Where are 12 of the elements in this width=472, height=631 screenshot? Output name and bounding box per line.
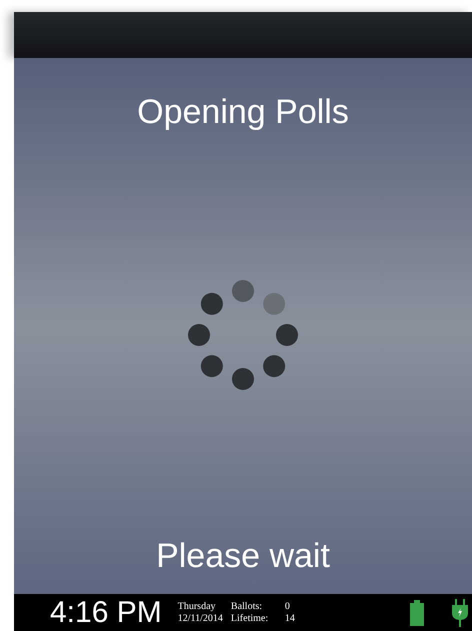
plug-icon — [452, 598, 468, 626]
clock-time: 4:16 PM — [50, 596, 162, 630]
spinner-icon — [188, 280, 298, 390]
counter-label: Ballots: — [230, 600, 264, 612]
counter-value: 0 — [284, 600, 290, 612]
day-label: Thursday — [178, 600, 217, 612]
date-label: 12/11/2014 — [178, 612, 223, 624]
status-message: Please wait — [156, 536, 330, 576]
page-title: Opening Polls — [137, 92, 349, 132]
battery-icon — [410, 600, 424, 626]
counter-label: Lifetime: — [230, 612, 270, 624]
counter-value: 14 — [284, 612, 295, 624]
